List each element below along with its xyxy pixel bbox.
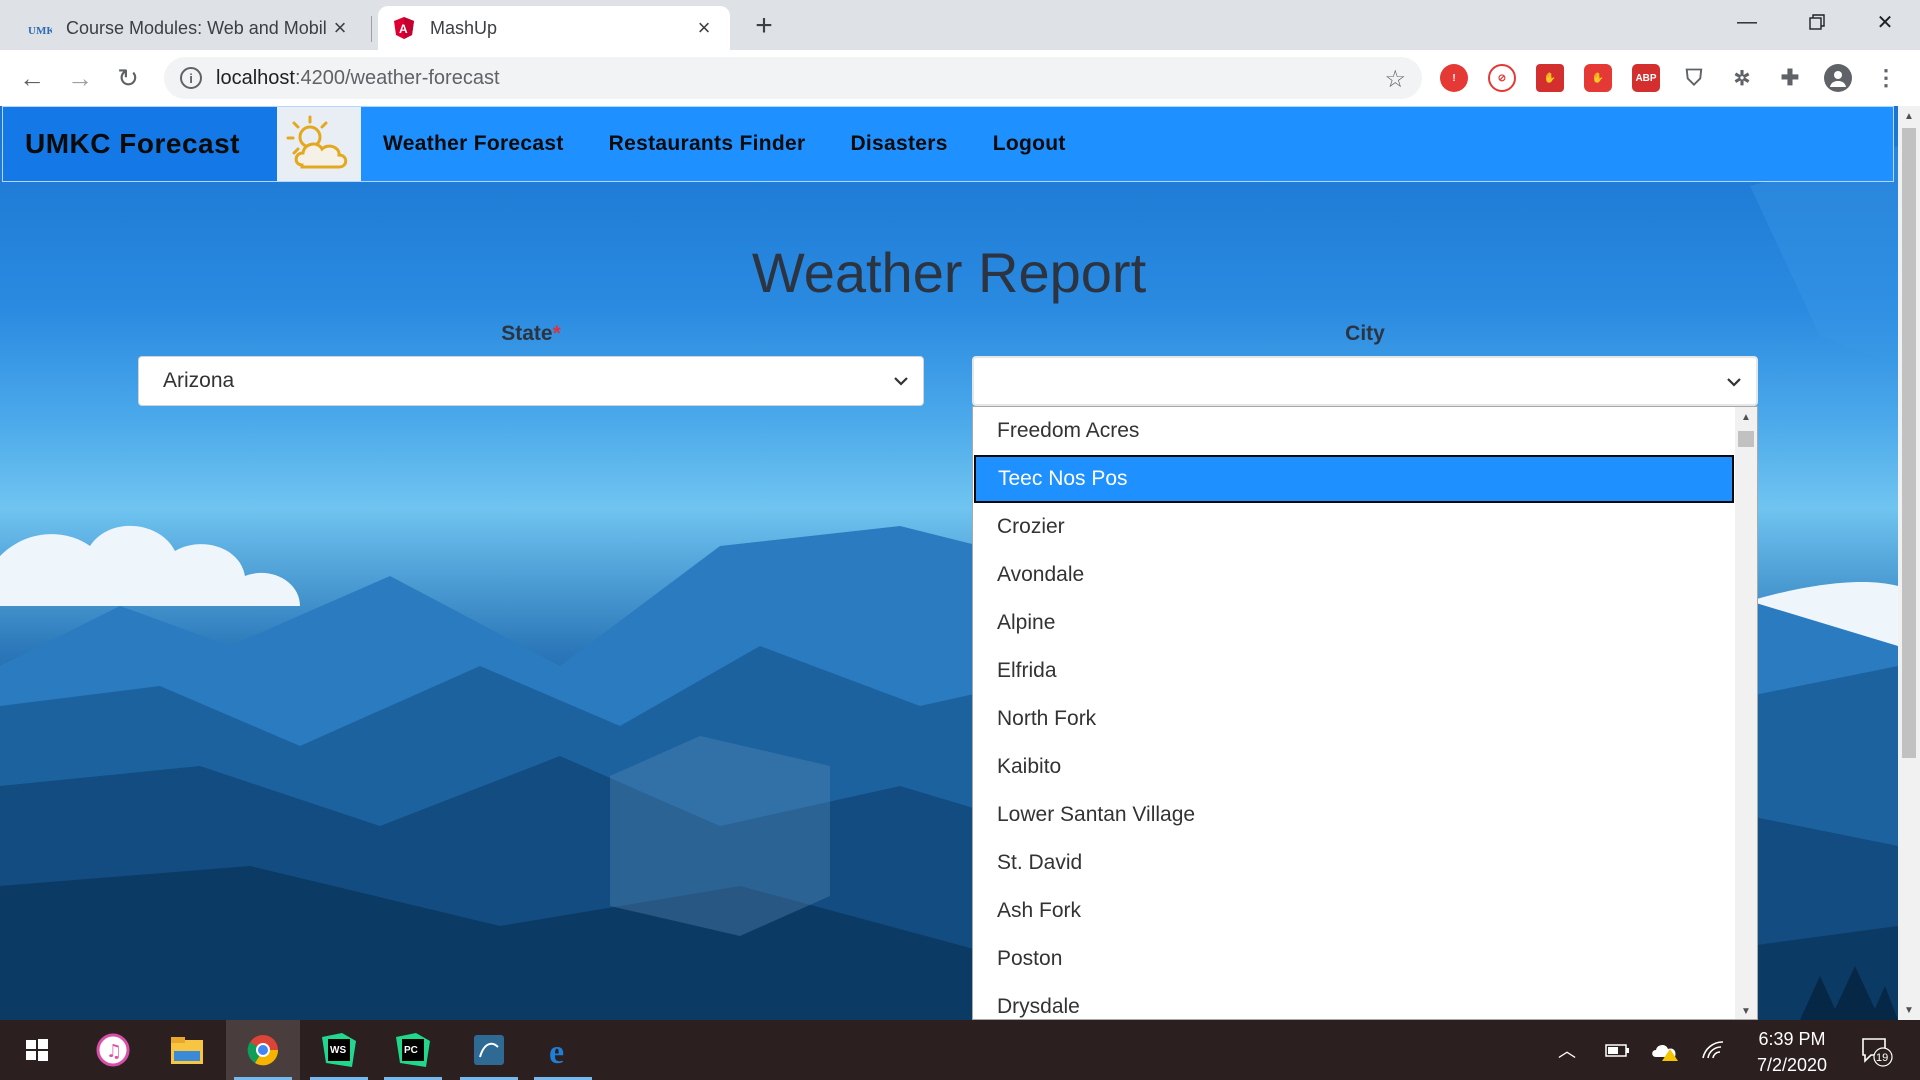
close-icon[interactable]: × [692, 15, 716, 40]
svg-text:e: e [549, 1034, 564, 1067]
pycharm-icon[interactable]: PC [376, 1020, 450, 1080]
svg-text:♫: ♫ [106, 1041, 122, 1062]
menu-kebab-icon[interactable]: ⋮ [1872, 64, 1900, 92]
dropdown-scrollbar[interactable]: ▲ ▼ [1735, 407, 1757, 1019]
nav-logout[interactable]: Logout [993, 132, 1066, 156]
tab-strip: UMKC Course Modules: Web and Mobil × A M… [0, 0, 1920, 50]
svg-text:WS: WS [330, 1045, 346, 1056]
dropdown-scroll-thumb[interactable] [1738, 431, 1754, 447]
tray-chevron-up-icon[interactable]: ︿ [1552, 1020, 1582, 1080]
extension-abp-icon[interactable]: ABP [1632, 64, 1660, 92]
city-option[interactable]: Elfrida [973, 647, 1735, 695]
notification-count: 19 [1876, 1052, 1888, 1064]
city-dropdown-list: Freedom Acres Teec Nos Pos Crozier Avond… [972, 406, 1758, 1020]
new-tab-icon[interactable]: + [748, 9, 780, 42]
city-option[interactable]: Avondale [973, 551, 1735, 599]
state-label: State* [501, 322, 561, 345]
nav-restaurants-finder[interactable]: Restaurants Finder [609, 132, 806, 156]
forward-icon[interactable]: → [62, 60, 98, 96]
scroll-down-icon[interactable]: ▼ [1735, 1001, 1757, 1019]
state-select[interactable]: Arizona [138, 356, 924, 406]
clock-date: 7/2/2020 [1756, 1055, 1828, 1075]
info-icon[interactable]: i [180, 67, 202, 89]
restore-icon[interactable] [1786, 0, 1848, 44]
reload-icon[interactable]: ↻ [110, 60, 146, 96]
taskbar-clock[interactable]: 6:39 PM 7/2/2020 [1742, 1026, 1842, 1078]
page-viewport: UMKC Forecast Weather Forecast Restauran… [0, 106, 1898, 1020]
address-bar[interactable]: i localhost:4200/weather-forecast ☆ [164, 57, 1422, 99]
brand-title[interactable]: UMKC Forecast [3, 107, 277, 181]
weather-logo-icon [277, 107, 361, 181]
nav-weather-forecast[interactable]: Weather Forecast [383, 132, 564, 156]
profile-avatar-icon[interactable] [1824, 64, 1852, 92]
page-scrollbar[interactable]: ▲ ▼ [1898, 106, 1920, 1020]
tab-course-modules[interactable]: UMKC Course Modules: Web and Mobil × [14, 6, 366, 50]
edge-icon[interactable]: e [526, 1020, 600, 1080]
battery-icon[interactable] [1600, 1020, 1634, 1080]
bookmark-star-icon[interactable]: ☆ [1384, 65, 1406, 94]
extension-bug-icon[interactable]: ✲ [1728, 64, 1756, 92]
required-mark: * [552, 322, 561, 345]
svg-text:A: A [399, 22, 408, 36]
back-icon[interactable]: ← [14, 60, 50, 96]
extension-disconnect-icon[interactable]: ⊘ [1488, 64, 1516, 92]
extensions-puzzle-icon[interactable]: ✚ [1776, 64, 1804, 92]
city-option[interactable]: Kaibito [973, 743, 1735, 791]
scroll-up-icon[interactable]: ▲ [1735, 407, 1757, 427]
tab-separator [371, 16, 372, 42]
city-option[interactable]: St. David [973, 839, 1735, 887]
tab-mashup[interactable]: A MashUp × [378, 6, 730, 50]
city-label: City [1345, 322, 1385, 345]
scroll-down-icon[interactable]: ▼ [1898, 1000, 1920, 1020]
city-option[interactable]: Drysdale [973, 983, 1735, 1019]
city-option[interactable]: Crozier [973, 503, 1735, 551]
wifi-icon[interactable] [1696, 1020, 1730, 1080]
minimize-icon[interactable]: — [1716, 0, 1778, 44]
close-icon[interactable]: × [328, 15, 352, 40]
chrome-icon[interactable] [226, 1020, 300, 1080]
extension-shield-icon[interactable]: ⛉ [1680, 64, 1708, 92]
onedrive-warning-icon[interactable] [1648, 1020, 1682, 1080]
city-option-highlighted[interactable]: Teec Nos Pos [974, 455, 1734, 503]
clock-time: 6:39 PM [1758, 1029, 1826, 1049]
windows-start-icon[interactable] [0, 1020, 74, 1080]
svg-text:UMKC: UMKC [28, 25, 52, 37]
window-close-icon[interactable]: ✕ [1854, 0, 1916, 44]
city-option[interactable]: Freedom Acres [973, 407, 1735, 455]
chevron-down-icon [1727, 378, 1741, 387]
page-title: Weather Report [751, 241, 1147, 304]
app-navbar: UMKC Forecast Weather Forecast Restauran… [2, 106, 1894, 182]
svg-text:PC: PC [404, 1045, 418, 1056]
scroll-up-icon[interactable]: ▲ [1898, 106, 1920, 126]
file-explorer-icon[interactable] [150, 1020, 224, 1080]
extension-alert-icon[interactable]: ! [1440, 64, 1468, 92]
windows-taskbar: ♫ WS PC e ︿ 6:39 PM 7/2/2020 19 [0, 1020, 1920, 1080]
city-option[interactable]: Ash Fork [973, 887, 1735, 935]
browser-toolbar: ← → ↻ i localhost:4200/weather-forecast … [0, 50, 1920, 106]
webstorm-icon[interactable]: WS [302, 1020, 376, 1080]
mysql-workbench-icon[interactable] [452, 1020, 526, 1080]
tab-title: Course Modules: Web and Mobil [66, 17, 327, 38]
city-select[interactable] [972, 356, 1758, 406]
umkc-favicon-icon: UMKC [28, 16, 52, 40]
extension-adblock-icon[interactable]: ✋ [1536, 64, 1564, 92]
url-text: localhost:4200/weather-forecast [216, 66, 500, 89]
chevron-down-icon [894, 377, 908, 386]
nav-disasters[interactable]: Disasters [850, 132, 947, 156]
extension-stop-icon[interactable]: ✋ [1584, 64, 1612, 92]
itunes-icon[interactable]: ♫ [76, 1020, 150, 1080]
city-option[interactable]: North Fork [973, 695, 1735, 743]
action-center-icon[interactable]: 19 [1854, 1020, 1898, 1080]
state-select-value: Arizona [163, 369, 235, 392]
city-option[interactable]: Lower Santan Village [973, 791, 1735, 839]
angular-favicon-icon: A [392, 16, 416, 40]
page-scroll-thumb[interactable] [1902, 128, 1916, 758]
city-option[interactable]: Alpine [973, 599, 1735, 647]
city-option[interactable]: Poston [973, 935, 1735, 983]
tab-title: MashUp [430, 17, 498, 38]
